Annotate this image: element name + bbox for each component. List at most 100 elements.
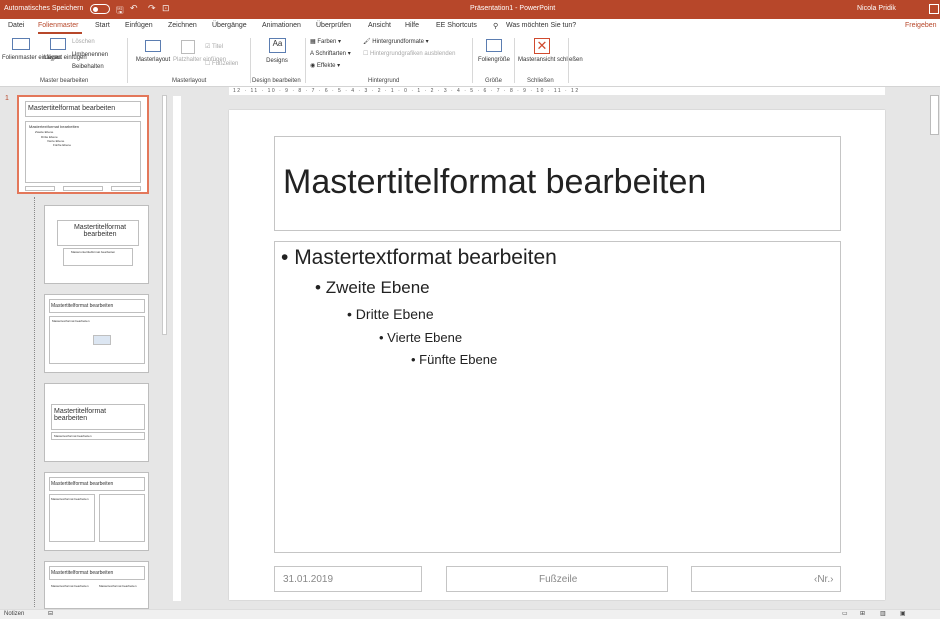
thumb-footer-box — [25, 186, 55, 191]
autosave-toggle[interactable] — [90, 4, 110, 14]
thumb-title: Mastertitelformat bearbeiten — [54, 408, 107, 422]
thumb-master[interactable]: Mastertitelformat bearbeiten Mastertextf… — [17, 95, 149, 194]
hintergrundgrafiken-checkbox[interactable]: ☐ Hintergrundgrafiken ausblenden — [363, 50, 455, 57]
tab-ansicht[interactable]: Ansicht — [368, 22, 391, 29]
tab-einfuegen[interactable]: Einfügen — [125, 22, 153, 29]
tab-zeichnen[interactable]: Zeichnen — [168, 22, 197, 29]
level4-text: Vierte Ebene — [387, 330, 463, 345]
beibehalten-button[interactable]: Beibehalten — [72, 64, 104, 70]
group-schliessen: Schließen — [527, 78, 554, 84]
reading-view-icon[interactable]: ▥ — [880, 610, 886, 617]
insert-layout-icon — [50, 38, 66, 50]
autosave-label: Automatisches Speichern — [4, 5, 84, 12]
bullet-level2: • Zweite Ebene — [315, 278, 430, 297]
masteransicht-schliessen-button[interactable]: Masteransicht schließen — [518, 57, 583, 64]
masterlayout-button[interactable]: Masterlayout — [133, 57, 173, 64]
ribbon-display-icon[interactable] — [929, 4, 939, 14]
thumb-subtitle: Mastertextformat bearbeiten — [54, 434, 92, 438]
thumb-layout-two-content[interactable]: Mastertitelformat bearbeiten Mastertextf… — [44, 472, 149, 551]
folienmaster-einfuegen-button[interactable]: Folienmaster einfügen — [2, 55, 61, 62]
thumb-subtitle: Masteruntertitelformat bearbeiten — [71, 250, 116, 254]
redo-icon[interactable]: ↷ — [148, 3, 156, 14]
tab-uebergaenge[interactable]: Übergänge — [212, 22, 247, 29]
thumb-body-box — [49, 494, 95, 542]
tab-hilfe[interactable]: Hilfe — [405, 22, 419, 29]
undo-icon[interactable]: ↶ — [130, 3, 138, 14]
fusszeilen-checkbox[interactable]: ☐ Fußzeilen — [205, 60, 238, 67]
thumbnail-scrollbar[interactable] — [161, 87, 168, 609]
tell-me-box[interactable]: Was möchten Sie tun? — [506, 22, 576, 29]
canvas-scrollbar[interactable] — [929, 87, 940, 609]
thumb-layout-comparison[interactable]: Mastertitelformat bearbeiten Mastertextf… — [44, 561, 149, 609]
master-slide[interactable]: Mastertitelformat bearbeiten • Mastertex… — [229, 110, 885, 600]
thumb-layout-content[interactable]: Mastertitelformat bearbeiten Mastertextf… — [44, 294, 149, 373]
share-button[interactable]: Freigeben — [905, 22, 937, 29]
thumb-heading2: Mastertextformat bearbeiten — [99, 584, 137, 588]
designs-icon: Aa — [269, 38, 286, 53]
loeschen-button[interactable]: Löschen — [72, 39, 95, 45]
slide-number-placeholder[interactable]: ‹Nr.› — [691, 566, 841, 592]
date-placeholder[interactable]: 31.01.2019 — [274, 566, 422, 592]
present-icon[interactable]: ⊡ — [162, 3, 170, 14]
layout-einfuegen-button[interactable]: Layout einfügen — [44, 55, 87, 62]
ruler-ticks: 12 · 11 · 10 · 9 · 8 · 7 · 6 · 5 · 4 · 3… — [233, 88, 580, 94]
status-bar: Notizen ⊟ ▭ ⊞ ▥ ▣ — [0, 609, 940, 619]
scrollbar-thumb[interactable] — [162, 95, 167, 335]
insert-master-icon — [12, 38, 30, 50]
hintergrundformate-button[interactable]: 🖌 Hintergrundformate ▾ — [363, 38, 429, 45]
tab-animationen[interactable]: Animationen — [262, 22, 301, 29]
thumb-level1: Mastertextformat bearbeiten — [52, 319, 90, 323]
tab-start[interactable]: Start — [95, 22, 110, 29]
foliengroesse-button[interactable]: Foliengröße — [477, 57, 511, 64]
scrollbar-thumb[interactable] — [930, 95, 939, 135]
effekte-button[interactable]: ◉ Effekte ▾ — [310, 62, 340, 69]
thumb-title: Mastertitelformat bearbeiten — [51, 481, 114, 487]
user-name[interactable]: Nicola Pridik — [857, 5, 896, 12]
notes-button[interactable]: Notizen — [4, 611, 24, 617]
tab-ueberpruefen[interactable]: Überprüfen — [316, 22, 351, 29]
ribbon-tabs: Datei Folienmaster Start Einfügen Zeichn… — [0, 19, 940, 34]
notes-icon[interactable]: ⊟ — [48, 610, 53, 617]
body-placeholder[interactable]: • Mastertextformat bearbeiten • Zweite E… — [274, 241, 841, 553]
group-groesse: Größe — [485, 78, 503, 84]
slide-number-text: ‹Nr.› — [814, 574, 834, 585]
normal-view-icon[interactable]: ▭ — [842, 610, 848, 617]
save-icon[interactable]: 🖫 — [116, 3, 124, 19]
close-master-icon: ✕ — [534, 38, 550, 54]
group-masterlayout: Masterlayout — [172, 78, 207, 84]
titel-label: Titel — [211, 44, 224, 50]
thumb-layout-section[interactable]: Mastertitelformat bearbeiten Mastertextf… — [44, 383, 149, 462]
thumb-title: Mastertitelformat bearbeiten — [28, 105, 116, 112]
footer-placeholder[interactable]: Fußzeile — [446, 566, 668, 592]
title-bar: Automatisches Speichern 🖫 ↶ ↷ ⊡ Präsenta… — [0, 0, 940, 19]
thumb-footer-box — [63, 186, 103, 191]
thumbnail-pane[interactable]: 1 Mastertitelformat bearbeiten Mastertex… — [0, 87, 170, 609]
divider — [568, 38, 569, 83]
level5-text: Fünfte Ebene — [419, 352, 498, 367]
group-design-bearbeiten: Design bearbeiten — [252, 78, 301, 84]
horizontal-ruler: 12 · 11 · 10 · 9 · 8 · 7 · 6 · 5 · 4 · 3… — [229, 87, 885, 95]
thumb-level5: Fünfte Ebene — [53, 143, 72, 147]
date-text: 31.01.2019 — [283, 574, 334, 585]
thumb-level1: Mastertextformat bearbeiten — [29, 124, 80, 129]
bullet-level5: • Fünfte Ebene — [411, 352, 498, 367]
powerpoint-window: Automatisches Speichern 🖫 ↶ ↷ ⊡ Präsenta… — [0, 0, 940, 619]
thumb-layout-title[interactable]: Mastertitelformat bearbeiten Masterunter… — [44, 205, 149, 284]
titel-checkbox[interactable]: ☑ Titel — [205, 43, 223, 50]
umbenennen-button[interactable]: Umbenennen — [72, 52, 108, 58]
content-icons — [93, 335, 111, 345]
platzhalter-einfuegen-button[interactable]: Platzhalter einfügen — [173, 57, 226, 64]
farben-label: Farben — [317, 39, 337, 45]
sorter-view-icon[interactable]: ⊞ — [860, 610, 865, 617]
slideshow-icon[interactable]: ▣ — [900, 610, 906, 617]
thumb-level1: Mastertextformat bearbeiten — [51, 497, 89, 501]
designs-button[interactable]: Designs — [262, 58, 292, 65]
schriftarten-button[interactable]: A Schriftarten ▾ — [310, 50, 351, 57]
title-placeholder[interactable]: Mastertitelformat bearbeiten — [274, 136, 841, 231]
bullet-level4: • Vierte Ebene — [379, 330, 463, 345]
tab-datei[interactable]: Datei — [8, 22, 24, 29]
tab-ee-shortcuts[interactable]: EE Shortcuts — [436, 22, 477, 29]
tab-folienmaster[interactable]: Folienmaster — [38, 22, 78, 29]
farben-button[interactable]: ▦ Farben ▾ — [310, 38, 341, 45]
divider — [250, 38, 251, 83]
